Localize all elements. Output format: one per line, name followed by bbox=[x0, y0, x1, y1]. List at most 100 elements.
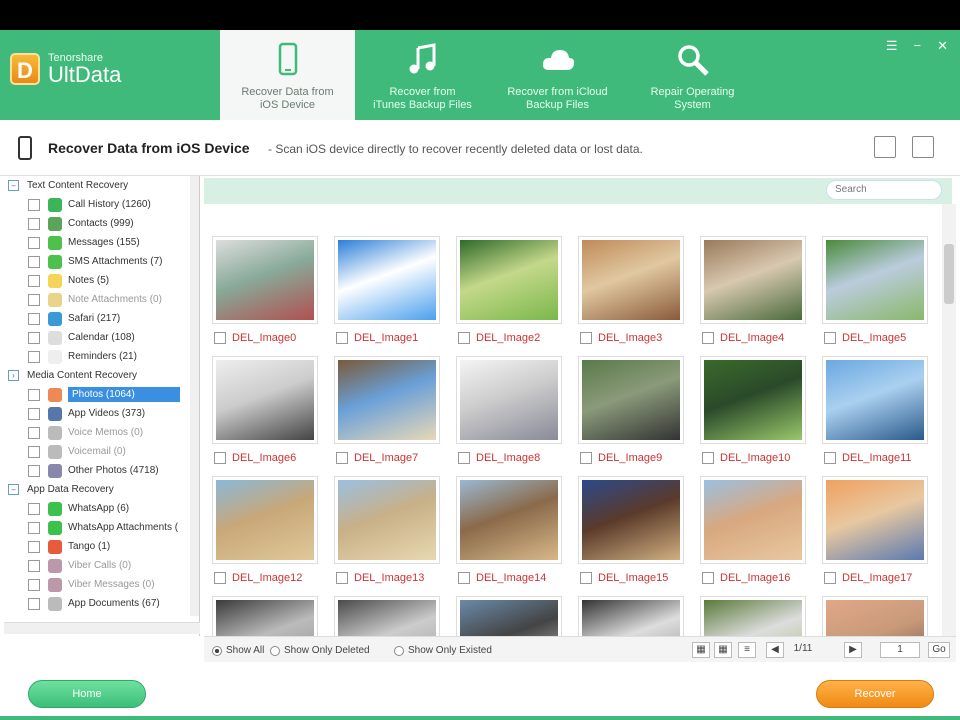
export-icon[interactable] bbox=[874, 136, 896, 158]
photo-checkbox[interactable] bbox=[214, 332, 226, 344]
photo-thumbnail[interactable] bbox=[700, 356, 806, 444]
photo-thumbnail[interactable] bbox=[578, 236, 684, 324]
photo-checkbox[interactable] bbox=[458, 572, 470, 584]
item-checkbox[interactable] bbox=[28, 445, 40, 458]
radio-show-all[interactable]: Show All bbox=[212, 645, 264, 656]
photo-thumbnail[interactable] bbox=[456, 596, 562, 636]
item-checkbox[interactable] bbox=[28, 293, 40, 306]
tab-recover-itunes[interactable]: Recover from iTunes Backup Files bbox=[355, 30, 490, 120]
expand-icon[interactable]: – bbox=[8, 484, 19, 495]
sidebar-item[interactable]: Messages (155) bbox=[4, 233, 199, 252]
expand-icon[interactable]: › bbox=[8, 370, 19, 381]
photo-caption[interactable]: DEL_Image7 bbox=[336, 452, 418, 464]
photo-checkbox[interactable] bbox=[214, 572, 226, 584]
photo-checkbox[interactable] bbox=[580, 332, 592, 344]
photo-checkbox[interactable] bbox=[824, 332, 836, 344]
photo-caption[interactable]: DEL_Image3 bbox=[580, 332, 662, 344]
photo-checkbox[interactable] bbox=[580, 452, 592, 464]
photo-thumbnail[interactable] bbox=[578, 596, 684, 636]
photo-thumbnail[interactable] bbox=[578, 356, 684, 444]
small-grid-view-icon[interactable]: ▦ bbox=[714, 642, 732, 658]
photo-thumbnail[interactable] bbox=[822, 476, 928, 564]
photo-thumbnail[interactable] bbox=[212, 236, 318, 324]
item-checkbox[interactable] bbox=[28, 350, 40, 363]
tab-recover-ios[interactable]: Recover Data from iOS Device bbox=[220, 30, 355, 120]
photo-caption[interactable]: DEL_Image17 bbox=[824, 572, 912, 584]
photo-thumbnail[interactable] bbox=[578, 476, 684, 564]
sidebar-item[interactable]: Notes (5) bbox=[4, 271, 199, 290]
photo-thumbnail[interactable] bbox=[822, 596, 928, 636]
photo-thumbnail[interactable] bbox=[456, 236, 562, 324]
photo-caption[interactable]: DEL_Image2 bbox=[458, 332, 540, 344]
next-page-icon[interactable]: ▶ bbox=[844, 642, 862, 658]
prev-page-icon[interactable]: ◀ bbox=[766, 642, 784, 658]
sidebar-item[interactable]: Voice Memos (0) bbox=[4, 423, 199, 442]
item-checkbox[interactable] bbox=[28, 331, 40, 344]
grid-vertical-scrollbar[interactable] bbox=[942, 204, 956, 636]
photo-caption[interactable]: DEL_Image9 bbox=[580, 452, 662, 464]
photo-checkbox[interactable] bbox=[336, 572, 348, 584]
minimize-icon[interactable]: − bbox=[914, 38, 922, 54]
sidebar-item[interactable]: Contacts (999) bbox=[4, 214, 199, 233]
photo-caption[interactable]: DEL_Image1 bbox=[336, 332, 418, 344]
tab-recover-icloud[interactable]: Recover from iCloud Backup Files bbox=[490, 30, 625, 120]
item-checkbox[interactable] bbox=[28, 426, 40, 439]
sidebar-section-header[interactable]: › Media Content Recovery bbox=[4, 366, 199, 385]
photo-thumbnail[interactable] bbox=[822, 236, 928, 324]
item-checkbox[interactable] bbox=[28, 521, 40, 534]
photo-checkbox[interactable] bbox=[214, 452, 226, 464]
item-checkbox[interactable] bbox=[28, 407, 40, 420]
photo-thumbnail[interactable] bbox=[822, 356, 928, 444]
sidebar-item[interactable]: Photos (1064) bbox=[4, 385, 199, 404]
sidebar-item[interactable]: Safari (217) bbox=[4, 309, 199, 328]
go-button[interactable]: Go bbox=[928, 642, 950, 658]
item-checkbox[interactable] bbox=[28, 312, 40, 325]
sidebar-item[interactable]: Call History (1260) bbox=[4, 195, 199, 214]
sidebar-item[interactable]: WhatsApp (6) bbox=[4, 499, 199, 518]
sidebar-item[interactable]: WhatsApp Attachments ( bbox=[4, 518, 199, 537]
sidebar-item[interactable]: App Videos (373) bbox=[4, 404, 199, 423]
photo-checkbox[interactable] bbox=[702, 332, 714, 344]
item-checkbox[interactable] bbox=[28, 236, 40, 249]
item-checkbox[interactable] bbox=[28, 597, 40, 610]
sidebar-section-header[interactable]: – App Data Recovery bbox=[4, 480, 199, 499]
sidebar-horizontal-scrollbar[interactable] bbox=[4, 622, 200, 634]
list-view-icon[interactable]: ≡ bbox=[738, 642, 756, 658]
item-checkbox[interactable] bbox=[28, 464, 40, 477]
radio-show-existed[interactable]: Show Only Existed bbox=[394, 645, 492, 656]
photo-caption[interactable]: DEL_Image16 bbox=[702, 572, 790, 584]
photo-caption[interactable]: DEL_Image5 bbox=[824, 332, 906, 344]
sidebar-item[interactable]: App Documents (67) bbox=[4, 594, 199, 613]
sidebar-scrollbar[interactable] bbox=[190, 176, 199, 616]
sidebar-item[interactable]: Reminders (21) bbox=[4, 347, 199, 366]
photo-checkbox[interactable] bbox=[702, 572, 714, 584]
item-checkbox[interactable] bbox=[28, 217, 40, 230]
expand-icon[interactable]: – bbox=[8, 180, 19, 191]
photo-caption[interactable]: DEL_Image8 bbox=[458, 452, 540, 464]
photo-thumbnail[interactable] bbox=[334, 596, 440, 636]
sidebar-item[interactable]: Note Attachments (0) bbox=[4, 290, 199, 309]
photo-thumbnail[interactable] bbox=[212, 596, 318, 636]
photo-caption[interactable]: DEL_Image15 bbox=[580, 572, 668, 584]
close-icon[interactable]: ✕ bbox=[937, 38, 948, 54]
photo-checkbox[interactable] bbox=[824, 452, 836, 464]
photo-caption[interactable]: DEL_Image4 bbox=[702, 332, 784, 344]
photo-thumbnail[interactable] bbox=[456, 476, 562, 564]
sidebar-item[interactable]: Calendar (108) bbox=[4, 328, 199, 347]
item-checkbox[interactable] bbox=[28, 540, 40, 553]
settings-icon[interactable] bbox=[912, 136, 934, 158]
photo-checkbox[interactable] bbox=[458, 332, 470, 344]
item-checkbox[interactable] bbox=[28, 559, 40, 572]
photo-thumbnail[interactable] bbox=[700, 476, 806, 564]
photo-caption[interactable]: DEL_Image12 bbox=[214, 572, 302, 584]
grid-view-icon[interactable]: ▦ bbox=[692, 642, 710, 658]
photo-caption[interactable]: DEL_Image14 bbox=[458, 572, 546, 584]
radio-show-deleted[interactable]: Show Only Deleted bbox=[270, 645, 370, 656]
sidebar-item[interactable]: Tango (1) bbox=[4, 537, 199, 556]
sidebar-item[interactable]: Other Photos (4718) bbox=[4, 461, 199, 480]
recover-button[interactable]: Recover bbox=[816, 680, 934, 708]
item-checkbox[interactable] bbox=[28, 198, 40, 211]
item-checkbox[interactable] bbox=[28, 255, 40, 268]
tab-repair-system[interactable]: Repair Operating System bbox=[625, 30, 760, 120]
photo-checkbox[interactable] bbox=[580, 572, 592, 584]
